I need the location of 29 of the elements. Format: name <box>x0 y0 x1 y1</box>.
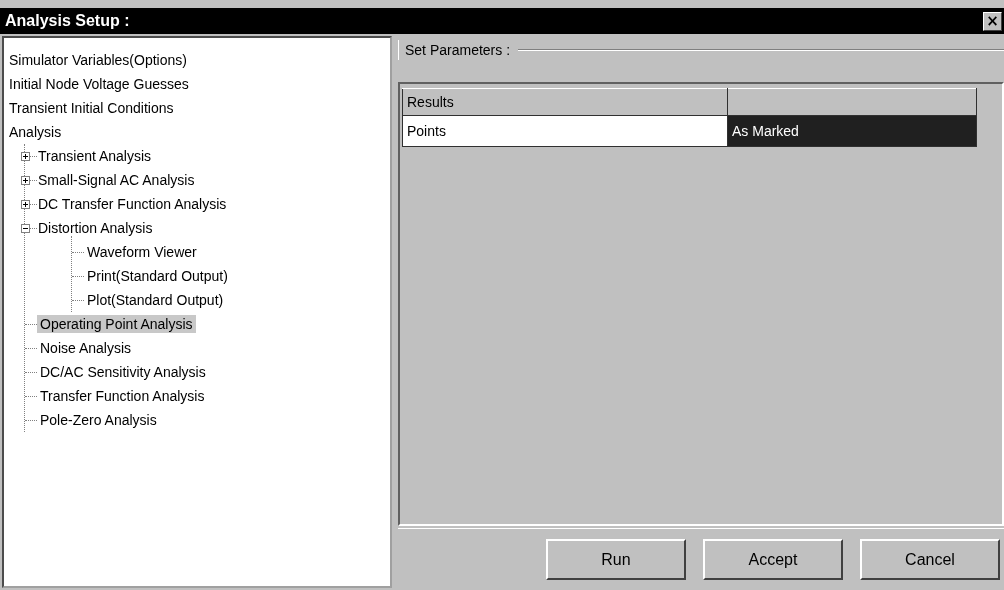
expand-icon[interactable] <box>21 151 30 161</box>
tree-item[interactable]: Initial Node Voltage Guesses <box>6 75 192 93</box>
tree-item[interactable]: Plot(Standard Output) <box>84 291 227 309</box>
table-cell[interactable]: As Marked <box>727 115 977 147</box>
collapse-icon[interactable] <box>21 223 30 233</box>
tree-item[interactable]: Transient Initial Conditions <box>6 99 177 117</box>
tree-item[interactable]: Operating Point Analysis <box>37 315 196 333</box>
dialog-button[interactable]: Run <box>546 539 686 580</box>
tree-item[interactable]: Analysis <box>6 123 65 141</box>
expand-icon[interactable] <box>21 199 30 209</box>
tree-item[interactable]: Simulator Variables(Options) <box>6 51 190 69</box>
tree-item[interactable]: Waveform Viewer <box>84 243 200 261</box>
tree-item[interactable]: Noise Analysis <box>37 339 135 357</box>
tree-item[interactable]: DC Transfer Function Analysis <box>35 195 230 213</box>
expand-icon[interactable] <box>21 175 30 185</box>
tree-item[interactable]: Print(Standard Output) <box>84 267 231 285</box>
dialog-button[interactable]: Cancel <box>860 539 1000 580</box>
window-title: Analysis Setup : <box>5 12 130 30</box>
column-header: Results <box>402 88 728 116</box>
tree-item[interactable]: DC/AC Sensitivity Analysis <box>37 363 209 381</box>
dialog-button[interactable]: Accept <box>703 539 843 580</box>
tree-item[interactable]: Distortion Analysis <box>35 219 156 237</box>
table-cell: Points <box>402 115 728 147</box>
close-button[interactable]: × <box>983 11 1002 31</box>
tree-item[interactable]: Small-Signal AC Analysis <box>35 171 198 189</box>
tree-item[interactable]: Transfer Function Analysis <box>37 387 208 405</box>
group-title: Set Parameters : <box>404 42 512 58</box>
tree-item[interactable]: Transient Analysis <box>35 147 155 165</box>
tree-item[interactable]: Pole-Zero Analysis <box>37 411 160 429</box>
